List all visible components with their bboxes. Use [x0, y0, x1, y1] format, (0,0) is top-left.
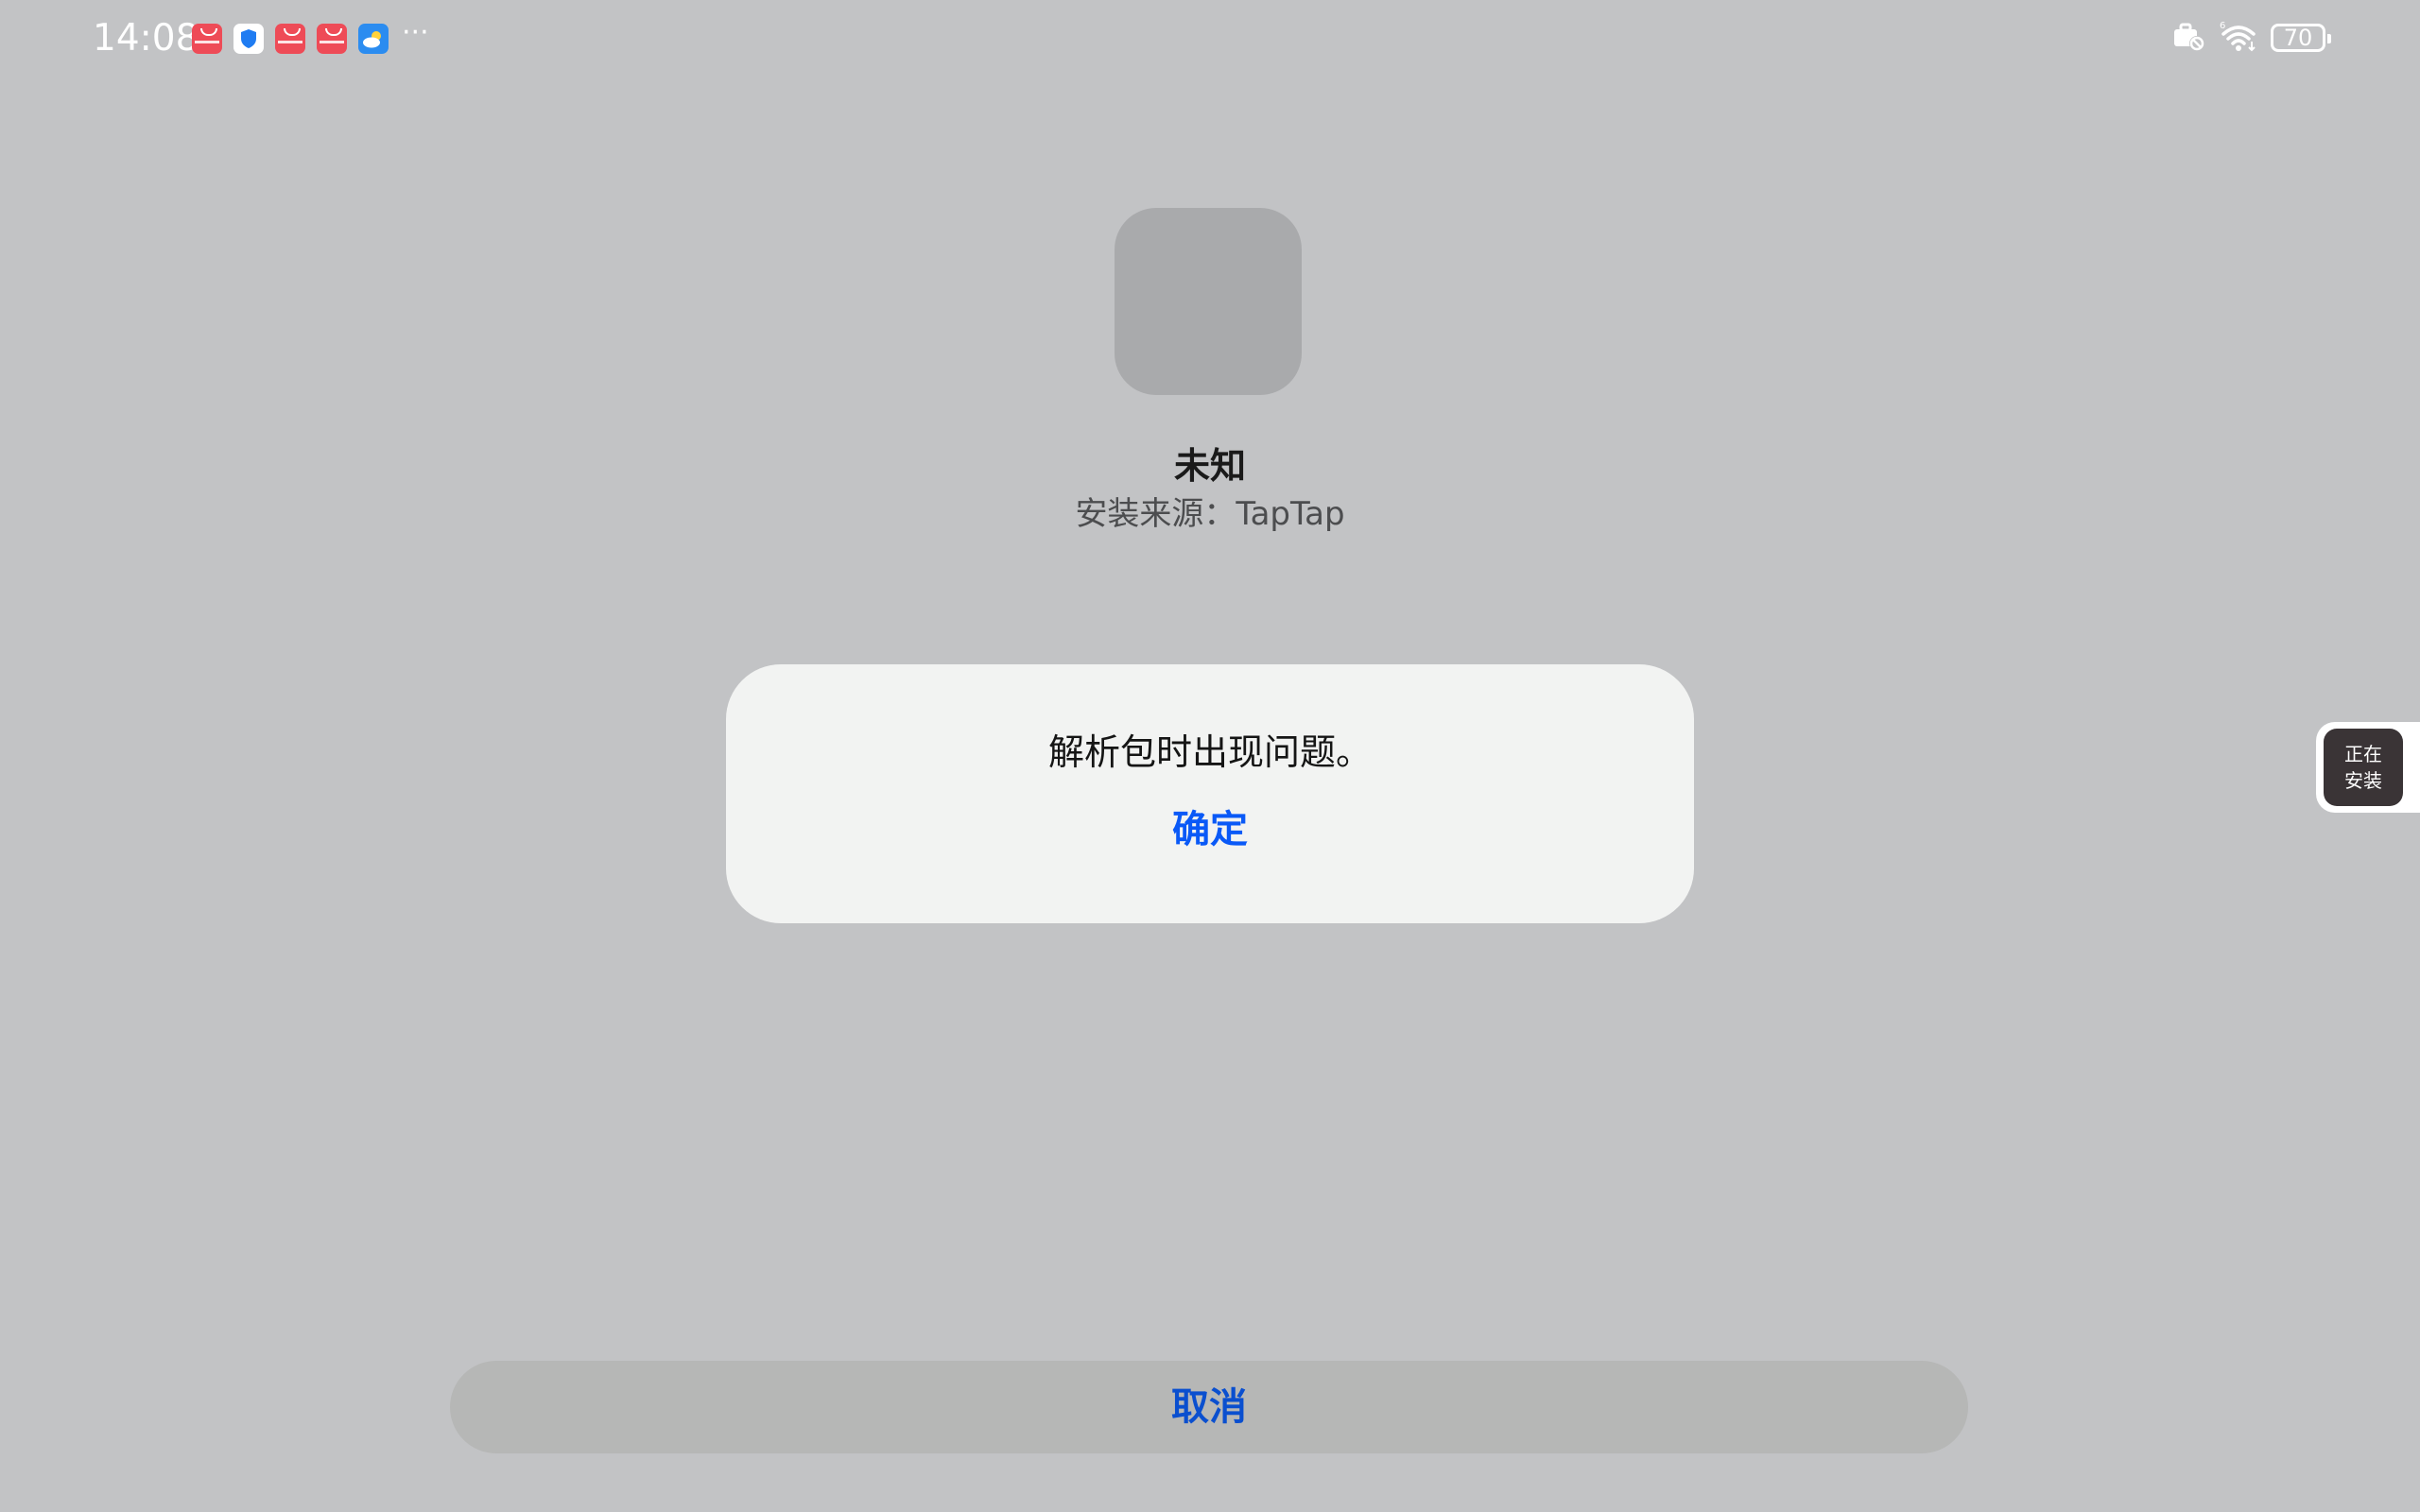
installing-label-line2: 安装 [2344, 769, 2382, 792]
battery-indicator: 70 [2271, 24, 2331, 52]
install-source: 安装来源：TapTap [1075, 495, 1345, 533]
dialog-message: 解析包时出现问题。 [1047, 731, 1372, 773]
security-shield-icon [233, 24, 264, 54]
system-status: 6 70 [2172, 19, 2331, 57]
installing-label-line1: 正在 [2344, 743, 2382, 765]
notification-icons: ··· [192, 16, 429, 54]
battery-level: 70 [2283, 25, 2313, 51]
error-dialog: 解析包时出现问题。 确定 [726, 664, 1694, 923]
appgallery-icon [275, 24, 305, 54]
more-notifications-icon: ··· [402, 16, 429, 49]
dialog-ok-button[interactable]: 确定 [1115, 797, 1305, 863]
appgallery-icon [317, 24, 347, 54]
installing-indicator: 正在 安装 [2324, 729, 2403, 806]
status-bar: 14:08 ··· 6 70 [0, 0, 2420, 76]
app-icon-placeholder [1115, 208, 1302, 395]
svg-text:6: 6 [2220, 21, 2225, 31]
app-name: 未知 [1173, 445, 1246, 487]
cancel-button[interactable]: 取消 [450, 1361, 1968, 1453]
appgallery-icon [192, 24, 222, 54]
wifi-icon: 6 [2218, 19, 2259, 57]
installing-float-bubble[interactable]: 正在 安装 [2316, 722, 2420, 813]
clock: 14:08 [93, 17, 199, 60]
work-mode-icon [2172, 20, 2206, 56]
weather-icon [358, 24, 389, 54]
